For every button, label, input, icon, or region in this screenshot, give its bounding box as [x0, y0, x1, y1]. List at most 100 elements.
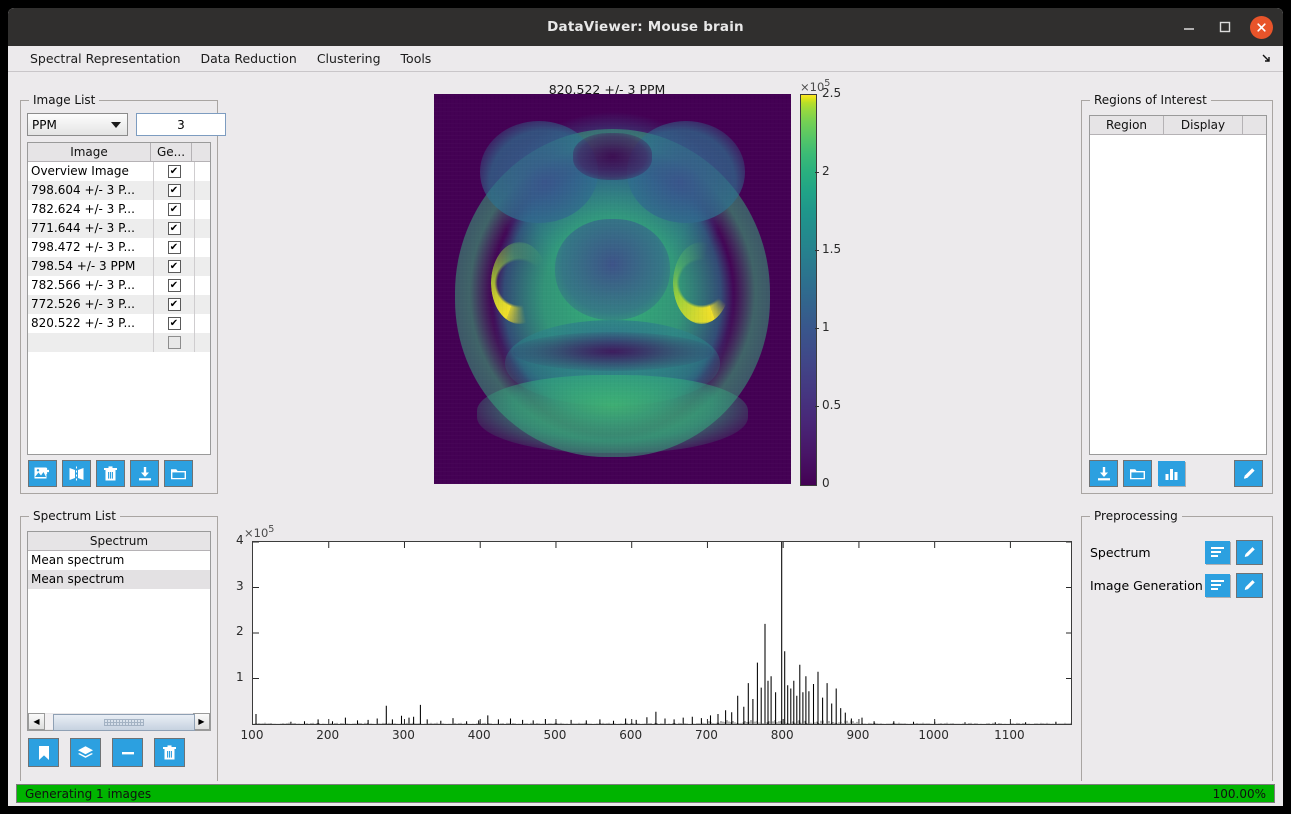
- table-row[interactable]: Overview Image ✔: [28, 162, 210, 181]
- menu-tools[interactable]: Tools: [391, 49, 442, 68]
- spectrum-list-table[interactable]: Spectrum Mean spectrumMean spectrum: [27, 531, 211, 715]
- column-header-spectrum: Spectrum: [28, 532, 210, 550]
- scrollbar-grip-icon: [104, 719, 144, 726]
- plot-x-tick-label: 600: [615, 728, 647, 742]
- list-item[interactable]: Mean spectrum: [28, 570, 210, 589]
- image-row-label: 782.624 +/- 3 P...: [28, 200, 154, 219]
- menu-clustering[interactable]: Clustering: [307, 49, 391, 68]
- plot-x-tick-label: 700: [690, 728, 722, 742]
- generate-checkbox[interactable]: ✔: [154, 162, 195, 181]
- table-row[interactable]: 798.604 +/- 3 P...✔: [28, 181, 210, 200]
- save-icon[interactable]: [1090, 461, 1117, 486]
- colorbar-tick-label: 0: [822, 476, 830, 490]
- bar-chart-icon[interactable]: [1158, 461, 1185, 486]
- maximize-icon[interactable]: [1214, 16, 1236, 38]
- image-list-table[interactable]: Image Ge... Overview Image✔798.604 +/- 3…: [27, 142, 211, 455]
- image-row-label: 771.644 +/- 3 P...: [28, 219, 154, 238]
- minimize-icon[interactable]: [1178, 16, 1200, 38]
- spectrum-list-header: Spectrum: [28, 532, 210, 551]
- plot-exponent-label: ×105: [244, 524, 274, 540]
- unit-select[interactable]: PPM: [27, 113, 128, 136]
- brain-image[interactable]: [434, 94, 791, 484]
- menu-data-reduction[interactable]: Data Reduction: [191, 49, 307, 68]
- table-row[interactable]: 772.526 +/- 3 P...✔: [28, 295, 210, 314]
- window-controls: [1178, 8, 1273, 46]
- image-row-label: 782.566 +/- 3 P...: [28, 276, 154, 295]
- list-lines-icon[interactable]: [1205, 541, 1230, 564]
- table-row[interactable]: 782.624 +/- 3 P... ✔: [28, 200, 210, 219]
- minus-icon[interactable]: [113, 739, 142, 766]
- plot-y-tick-label: 4: [236, 533, 244, 547]
- title-bar: DataViewer: Mouse brain: [8, 8, 1283, 46]
- checkbox-checked-icon: ✔: [168, 184, 181, 197]
- scroll-left-arrow-icon[interactable]: ◀: [28, 713, 45, 730]
- table-row[interactable]: 820.522 +/- 3 P...✔: [28, 314, 210, 333]
- scrollbar-thumb[interactable]: [53, 714, 195, 731]
- list-item[interactable]: Mean spectrum: [28, 551, 210, 570]
- roi-header: Region Display: [1090, 116, 1266, 135]
- plot-x-tick-label: 800: [766, 728, 798, 742]
- status-bar: Generating 1 images 100.00%: [8, 781, 1283, 806]
- scrollbar-track[interactable]: [45, 714, 193, 729]
- scroll-right-arrow-icon[interactable]: ▶: [193, 713, 210, 730]
- delete-icon[interactable]: [155, 739, 184, 766]
- table-row[interactable]: 782.566 +/- 3 P...✔: [28, 276, 210, 295]
- table-row[interactable]: 798.472 +/- 3 P...✔: [28, 238, 210, 257]
- plot-x-tick-label: 200: [312, 728, 344, 742]
- spectrum-list-scrollbar[interactable]: ◀ ▶: [27, 713, 211, 731]
- edit-pencil-icon[interactable]: [1235, 461, 1262, 486]
- open-folder-icon[interactable]: [1124, 461, 1151, 486]
- checkbox-checked-icon: ✔: [168, 260, 181, 273]
- close-icon[interactable]: [1250, 16, 1273, 39]
- table-row[interactable]: 798.54 +/- 3 PPM✔: [28, 257, 210, 276]
- checkbox-checked-icon: ✔: [168, 165, 181, 178]
- table-row[interactable]: [28, 333, 210, 352]
- bookmark-icon[interactable]: [29, 739, 58, 766]
- checkbox-checked-icon: ✔: [168, 203, 181, 216]
- image-view-panel: 820.522 +/- 3 PPM: [428, 72, 878, 492]
- menu-overflow-arrow-icon[interactable]: [1261, 52, 1273, 67]
- edit-pencil-icon[interactable]: [1237, 574, 1262, 597]
- save-icon[interactable]: [131, 461, 158, 486]
- colorbar-gradient: [800, 94, 817, 486]
- column-header-region: Region: [1090, 116, 1164, 134]
- open-folder-icon[interactable]: [165, 461, 192, 486]
- progress-percent: 100.00%: [1213, 787, 1266, 801]
- preprocessing-image-generation-label: Image Generation: [1090, 578, 1203, 593]
- generate-checkbox[interactable]: ✔: [154, 238, 195, 257]
- tolerance-input[interactable]: 3: [136, 113, 226, 136]
- preprocessing-title: Preprocessing: [1090, 509, 1182, 523]
- main-content: Image List PPM 3 Image Ge... Overview Im…: [8, 72, 1283, 806]
- plot-y-tick-label: 3: [236, 579, 244, 593]
- layers-icon[interactable]: [71, 739, 100, 766]
- generate-checkbox[interactable]: ✔: [154, 219, 195, 238]
- edit-pencil-icon[interactable]: [1237, 541, 1262, 564]
- checkbox-unchecked-icon: [168, 336, 181, 349]
- mirror-image-icon[interactable]: [63, 461, 90, 486]
- image-list-title: Image List: [29, 93, 99, 107]
- generate-checkbox[interactable]: ✔: [154, 295, 195, 314]
- regions-of-interest-panel: Regions of Interest Region Display: [1081, 100, 1273, 494]
- plot-y-tick-label: 1: [236, 670, 244, 684]
- delete-icon[interactable]: [97, 461, 124, 486]
- chevron-down-icon: [111, 122, 121, 128]
- preprocessing-row-image-generation: Image Generation: [1090, 574, 1262, 597]
- table-row[interactable]: 771.644 +/- 3 P...✔: [28, 219, 210, 238]
- colorbar-tick-label: 2.5: [822, 86, 841, 100]
- add-image-icon[interactable]: [29, 461, 56, 486]
- menu-spectral-representation[interactable]: Spectral Representation: [20, 49, 191, 68]
- generate-checkbox[interactable]: ✔: [154, 257, 195, 276]
- menu-bar: Spectral Representation Data Reduction C…: [8, 46, 1283, 72]
- generate-checkbox[interactable]: ✔: [154, 314, 195, 333]
- generate-checkbox[interactable]: ✔: [154, 276, 195, 295]
- image-row-label: Overview Image: [28, 162, 154, 181]
- generate-checkbox[interactable]: [154, 333, 195, 352]
- spectrum-plot[interactable]: ×105 1234 100200300400500600700800900100…: [226, 516, 1078, 806]
- list-lines-icon[interactable]: [1205, 574, 1230, 597]
- roi-table[interactable]: Region Display: [1089, 115, 1267, 455]
- spectrum-list-toolbar: [29, 739, 184, 766]
- generate-checkbox[interactable]: ✔: [154, 200, 195, 219]
- generate-checkbox[interactable]: ✔: [154, 181, 195, 200]
- preprocessing-spectrum-label: Spectrum: [1090, 545, 1151, 560]
- image-list-panel: Image List PPM 3 Image Ge... Overview Im…: [20, 100, 218, 494]
